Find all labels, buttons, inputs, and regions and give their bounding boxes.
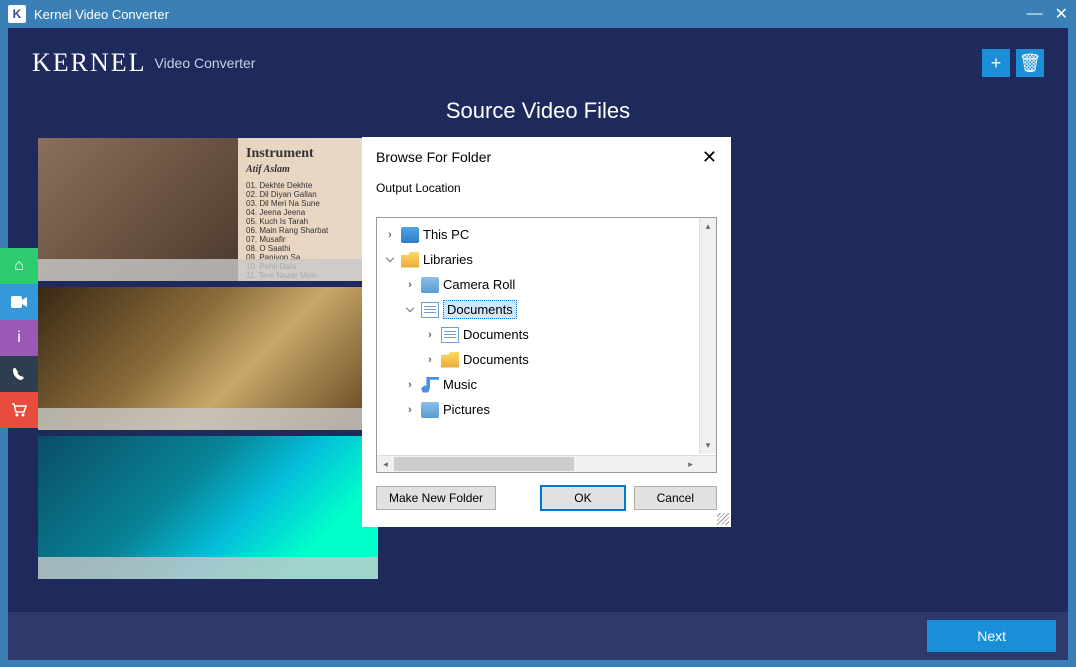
expand-icon[interactable]: › — [423, 329, 437, 341]
app-header: KERNEL Video Converter + 🗑 — [8, 28, 1068, 98]
title-bar: K Kernel Video Converter — ✕ — [0, 0, 1076, 28]
expand-icon[interactable]: ⌵ — [383, 253, 397, 266]
thumbnail-footer — [38, 259, 378, 281]
app-icon: K — [8, 5, 26, 23]
expand-icon[interactable]: › — [403, 404, 417, 416]
track: 02. Dil Diyan Gallan — [246, 190, 370, 199]
app-logo-subtitle: Video Converter — [155, 55, 256, 71]
resize-grip[interactable] — [717, 513, 729, 525]
doc-icon — [421, 302, 439, 318]
expand-icon[interactable]: › — [403, 279, 417, 291]
vertical-scrollbar[interactable] — [699, 218, 716, 454]
scrollbar-thumb[interactable] — [394, 457, 574, 471]
window-title: Kernel Video Converter — [34, 7, 169, 22]
track: 03. Dil Meri Na Sune — [246, 199, 370, 208]
tree-item[interactable]: › Documents — [379, 322, 714, 347]
track: 08. O Saathi — [246, 244, 370, 253]
pc-icon — [401, 227, 419, 243]
add-button[interactable]: + — [982, 49, 1010, 77]
tree-item-label: Documents — [443, 300, 517, 319]
video-thumbnail[interactable] — [38, 287, 378, 430]
tree-item[interactable]: › Pictures — [379, 397, 714, 422]
lib2-icon — [421, 402, 439, 418]
dialog-body: Output Location › This PC ⌵ Libraries › Camer… — [362, 177, 731, 527]
doc-icon — [441, 327, 459, 343]
tree-item[interactable]: › Music — [379, 372, 714, 397]
cancel-button[interactable]: Cancel — [634, 486, 717, 510]
expand-icon[interactable]: ⌵ — [403, 303, 417, 316]
tree-item[interactable]: › Documents — [379, 347, 714, 372]
dialog-header: Browse For Folder ✕ — [362, 137, 731, 177]
tree-item-label: Documents — [463, 352, 529, 367]
minimize-button[interactable]: — — [1027, 5, 1043, 23]
close-button[interactable]: ✕ — [1055, 4, 1068, 24]
app-logo: KERNEL — [32, 48, 147, 78]
next-button[interactable]: Next — [927, 620, 1056, 652]
folder-tree-container: › This PC ⌵ Libraries › Camera Roll ⌵ Documents… — [376, 217, 717, 473]
tree-item-label: Libraries — [423, 252, 473, 267]
tree-item-label: Camera Roll — [443, 277, 515, 292]
horizontal-scrollbar[interactable] — [377, 455, 716, 472]
section-title: Source Video Files — [8, 98, 1068, 124]
header-actions: + 🗑 — [982, 49, 1044, 77]
tree-item[interactable]: › Camera Roll — [379, 272, 714, 297]
delete-button[interactable]: 🗑 — [1016, 49, 1044, 77]
track: 06. Main Rang Sharbat — [246, 226, 370, 235]
fold-icon — [441, 352, 459, 368]
home-icon[interactable]: ⌂ — [0, 248, 38, 284]
tree-item[interactable]: ⌵ Documents — [379, 297, 714, 322]
video-thumbnail[interactable]: Instrument Atif Aslam 01. Dekhte Dekhte … — [38, 138, 378, 281]
thumbnail-footer — [38, 408, 378, 430]
track: 05. Kuch Is Tarah — [246, 217, 370, 226]
dialog-label: Output Location — [376, 181, 717, 195]
tree-item-label: Documents — [463, 327, 529, 342]
tree-item[interactable]: › This PC — [379, 222, 714, 247]
music-icon — [421, 377, 439, 393]
tree-item-label: This PC — [423, 227, 469, 242]
track: 04. Jeena Jeena — [246, 208, 370, 217]
tree-item-label: Pictures — [443, 402, 490, 417]
lib2-icon — [421, 277, 439, 293]
side-toolbar: ⌂ i — [0, 248, 38, 428]
folder-tree[interactable]: › This PC ⌵ Libraries › Camera Roll ⌵ Documents… — [377, 218, 716, 454]
phone-icon[interactable] — [0, 356, 38, 392]
track: 01. Dekhte Dekhte — [246, 181, 370, 190]
track: 07. Musafir — [246, 235, 370, 244]
thumb-title: Instrument — [246, 146, 370, 162]
make-new-folder-button[interactable]: Make New Folder — [376, 486, 496, 510]
tree-item-label: Music — [443, 377, 477, 392]
app-footer: Next — [8, 612, 1068, 660]
thumbnail-footer — [38, 557, 378, 579]
expand-icon[interactable]: › — [403, 379, 417, 391]
expand-icon[interactable]: › — [383, 229, 397, 241]
thumb-subtitle: Atif Aslam — [246, 164, 370, 175]
dialog-title: Browse For Folder — [376, 149, 491, 165]
cart-icon[interactable] — [0, 392, 38, 428]
info-icon[interactable]: i — [0, 320, 38, 356]
video-thumbnail[interactable] — [38, 436, 378, 579]
dialog-close-button[interactable]: ✕ — [702, 147, 717, 168]
lib-icon — [401, 252, 419, 268]
ok-button[interactable]: OK — [540, 485, 625, 511]
window-controls: — ✕ — [1027, 4, 1068, 24]
browse-folder-dialog: Browse For Folder ✕ Output Location › Thi… — [362, 137, 731, 527]
expand-icon[interactable]: › — [423, 354, 437, 366]
video-icon[interactable] — [0, 284, 38, 320]
dialog-buttons: Make New Folder OK Cancel — [376, 473, 717, 523]
tree-item[interactable]: ⌵ Libraries — [379, 247, 714, 272]
